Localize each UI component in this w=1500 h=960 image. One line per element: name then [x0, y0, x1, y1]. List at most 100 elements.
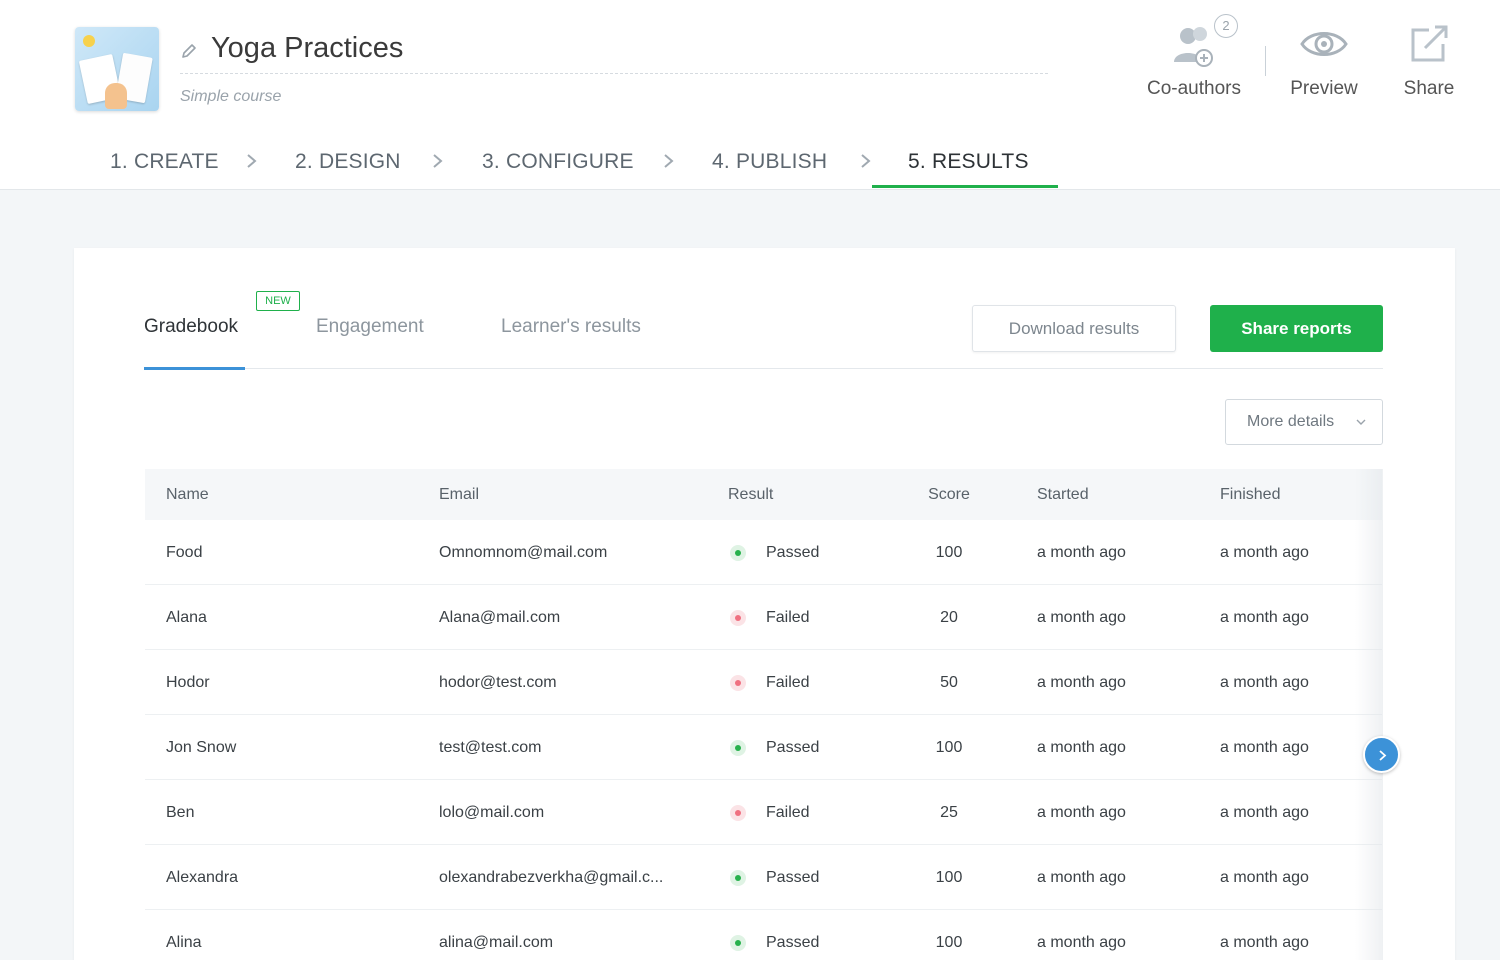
cell-started: a month ago: [1037, 544, 1126, 561]
cell-result: Failed: [728, 650, 810, 715]
cell-email: olexandrabezverkha@gmail.c...: [439, 869, 664, 886]
table-row[interactable]: Hodor hodor@test.com Failed 50 a month ago a …: [145, 650, 1382, 715]
tab-learners-results[interactable]: Learner's results: [501, 316, 641, 338]
cell-started: a month ago: [1037, 804, 1126, 821]
cell-score: 100: [935, 934, 963, 951]
cell-result: Passed: [728, 910, 819, 960]
cell-email: Omnomnom@mail.com: [439, 544, 608, 561]
column-header-started[interactable]: Started: [1037, 469, 1089, 520]
title-underline: [180, 73, 1048, 74]
share-icon: [1411, 25, 1448, 62]
more-details-label: More details: [1247, 413, 1335, 430]
chevron-right-icon: [433, 154, 443, 168]
step-design[interactable]: 2. DESIGN: [295, 150, 401, 174]
step-results[interactable]: 5. RESULTS: [908, 150, 1029, 174]
failed-status-icon: [730, 610, 746, 626]
gradebook-table: Name Email Result Score Started Finished…: [145, 469, 1382, 960]
tab-gradebook[interactable]: Gradebook: [144, 316, 238, 338]
cell-result: Passed: [728, 845, 819, 910]
cell-finished: a month ago: [1220, 869, 1309, 886]
chevron-right-icon: [861, 154, 871, 168]
column-header-email[interactable]: Email: [439, 469, 479, 520]
thumbnail-hand: [105, 83, 127, 109]
cell-score: 100: [935, 869, 963, 886]
chevron-right-icon: [247, 154, 257, 168]
new-badge: NEW: [256, 291, 300, 311]
cell-started: a month ago: [1037, 934, 1126, 951]
cell-result: Failed: [728, 585, 810, 650]
download-results-button[interactable]: Download results: [972, 305, 1176, 352]
cell-name: Alana: [166, 609, 207, 626]
result-label: Failed: [766, 804, 810, 821]
passed-status-icon: [730, 935, 746, 951]
cell-result: Failed: [728, 780, 810, 845]
scroll-right-button[interactable]: [1363, 736, 1400, 773]
table-body: Food Omnomnom@mail.com Passed 100 a month ag…: [145, 520, 1382, 960]
course-title[interactable]: Yoga Practices: [211, 32, 403, 65]
tabs-divider: [144, 368, 1383, 369]
cell-name: Alexandra: [166, 869, 239, 886]
cell-score: 20: [940, 609, 958, 626]
table-row[interactable]: Ben lolo@mail.com Failed 25 a month ago a mon…: [145, 780, 1382, 845]
step-create[interactable]: 1. CREATE: [110, 150, 219, 174]
passed-status-icon: [730, 545, 746, 561]
result-label: Passed: [766, 544, 820, 561]
result-label: Failed: [766, 609, 810, 626]
cell-started: a month ago: [1037, 739, 1126, 756]
chevron-right-icon: [1379, 750, 1387, 761]
cell-name: Hodor: [166, 674, 210, 691]
coauthors-label: Co-authors: [1147, 78, 1241, 99]
cell-name: Ben: [166, 804, 195, 821]
results-panel: NEW Gradebook Engagement Learner's resul…: [74, 248, 1455, 960]
users-add-icon: [1174, 27, 1213, 67]
result-label: Passed: [766, 739, 820, 756]
cell-email: hodor@test.com: [439, 674, 557, 691]
cell-finished: a month ago: [1220, 674, 1309, 691]
cell-score: 50: [940, 674, 958, 691]
cell-name: Food: [166, 544, 203, 561]
cell-email: test@test.com: [439, 739, 542, 756]
chevron-right-icon: [664, 154, 674, 168]
cell-email: lolo@mail.com: [439, 804, 545, 821]
share-label: Share: [1403, 78, 1455, 99]
table-row[interactable]: Jon Snow test@test.com Passed 100 a month ag…: [145, 715, 1382, 780]
cell-result: Passed: [728, 520, 819, 585]
step-configure[interactable]: 3. CONFIGURE: [482, 150, 634, 174]
table-row[interactable]: Alana Alana@mail.com Failed 20 a month ago a …: [145, 585, 1382, 650]
cell-finished: a month ago: [1220, 544, 1309, 561]
result-label: Passed: [766, 934, 820, 951]
table-row[interactable]: Alexandra olexandrabezverkha@gmail.c... Pa…: [145, 845, 1382, 910]
coauthors-count-badge: 2: [1214, 14, 1238, 38]
course-thumbnail[interactable]: [75, 27, 159, 111]
pencil-icon[interactable]: [180, 42, 198, 60]
table-row[interactable]: Alina alina@mail.com Passed 100 a month ago a…: [145, 910, 1382, 960]
failed-status-icon: [730, 805, 746, 821]
tab-engagement[interactable]: Engagement: [316, 316, 424, 338]
cell-finished: a month ago: [1220, 934, 1309, 951]
passed-status-icon: [730, 740, 746, 756]
share-reports-button[interactable]: Share reports: [1210, 305, 1383, 352]
preview-label: Preview: [1290, 78, 1358, 99]
eye-icon: [1300, 32, 1348, 56]
table-row[interactable]: Food Omnomnom@mail.com Passed 100 a month ag…: [145, 520, 1382, 585]
cell-started: a month ago: [1037, 674, 1126, 691]
result-label: Passed: [766, 869, 820, 886]
course-header: Yoga Practices Simple course 2 Co-author…: [0, 0, 1500, 190]
cell-score: 100: [935, 544, 963, 561]
failed-status-icon: [730, 675, 746, 691]
step-publish[interactable]: 4. PUBLISH: [712, 150, 827, 174]
cell-email: Alana@mail.com: [439, 609, 561, 626]
cell-started: a month ago: [1037, 869, 1126, 886]
column-header-result[interactable]: Result: [728, 469, 773, 520]
column-header-name[interactable]: Name: [166, 469, 209, 520]
thumbnail-sun: [83, 35, 95, 47]
cell-score: 100: [935, 739, 963, 756]
cell-finished: a month ago: [1220, 739, 1309, 756]
cell-score: 25: [940, 804, 958, 821]
cell-name: Jon Snow: [166, 739, 237, 756]
cell-email: alina@mail.com: [439, 934, 554, 951]
column-header-score[interactable]: Score: [905, 469, 993, 520]
more-details-dropdown[interactable]: More details: [1225, 399, 1383, 445]
column-header-finished[interactable]: Finished: [1220, 469, 1280, 520]
chevron-down-icon: [1356, 419, 1366, 425]
